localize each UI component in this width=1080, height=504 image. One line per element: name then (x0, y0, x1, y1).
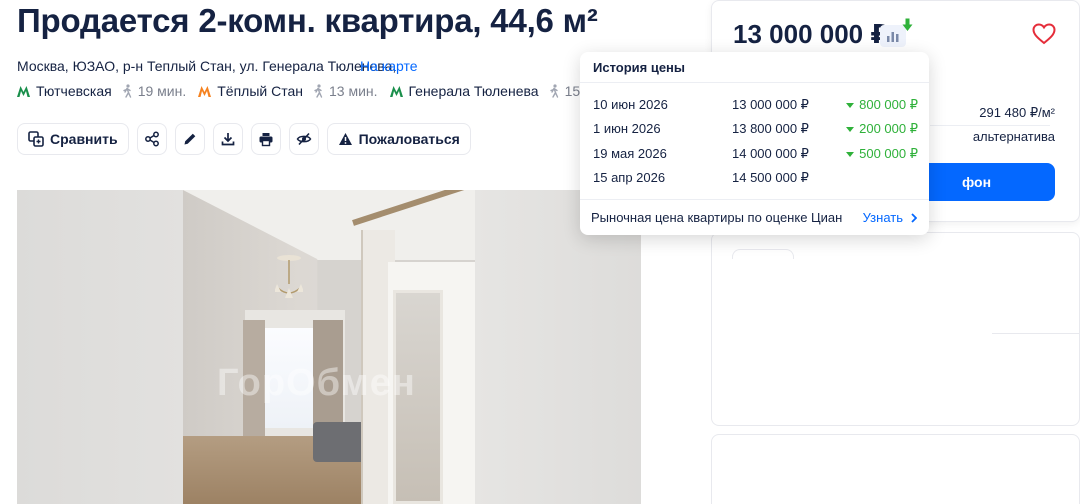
compare-button[interactable]: Сравнить (17, 123, 129, 155)
metro-station[interactable]: Тёплый Стан 13 мин. (198, 83, 378, 99)
hide-button[interactable] (288, 123, 319, 155)
metro-icon (198, 85, 212, 97)
metro-list: Тютчевская 19 мин. Тёплый Стан 13 мин. Г… (17, 82, 625, 100)
price-drop-icon (902, 18, 913, 31)
action-toolbar: Сравнить Пожаловаться (17, 123, 479, 155)
bar-chart-icon (887, 32, 899, 42)
history-change: 500 000 ₽ (846, 146, 918, 162)
favorite-icon[interactable] (1032, 23, 1056, 45)
photo-gallery[interactable]: ГорОбмен (17, 190, 641, 504)
walk-time: 19 мин. (122, 83, 187, 99)
share-icon (144, 131, 159, 147)
history-date: 15 апр 2026 (593, 170, 666, 185)
metro-icon (17, 85, 30, 97)
edit-button[interactable] (174, 123, 205, 155)
decrease-icon (846, 102, 855, 108)
metro-station[interactable]: Тютчевская 19 мин. (17, 83, 186, 99)
edit-icon (184, 133, 195, 145)
walk-time-label: 19 мин. (137, 83, 187, 99)
hide-icon (296, 132, 311, 146)
deal-type: альтернатива (972, 129, 1055, 144)
price-history-row: 19 мая 2026 14 000 000 ₽ 500 000 ₽ (593, 146, 918, 162)
photo-watermark: ГорОбмен (217, 362, 416, 404)
history-change: 200 000 ₽ (846, 121, 918, 137)
photo-blur-right (475, 190, 641, 504)
download-icon (221, 133, 234, 146)
pedestrian-icon (549, 84, 558, 98)
price-per-sqm: 291 480 ₽/м² (979, 105, 1055, 120)
pedestrian-icon (314, 84, 323, 98)
compare-icon (28, 131, 44, 147)
metro-name: Генерала Тюленева (408, 83, 539, 99)
walk-time: 13 мин. (313, 83, 378, 99)
share-button[interactable] (136, 123, 167, 155)
decrease-icon (846, 151, 855, 157)
download-button[interactable] (212, 123, 243, 155)
history-price: 14 500 000 ₽ (732, 170, 809, 185)
info-card (711, 434, 1080, 504)
print-icon (259, 133, 273, 147)
history-date: 1 июн 2026 (593, 121, 661, 136)
map-link[interactable]: На карте (360, 58, 418, 74)
decrease-icon (846, 126, 855, 132)
history-price: 13 000 000 ₽ (732, 97, 809, 112)
complain-button[interactable]: Пожаловаться (326, 123, 471, 155)
address-text: Москва, ЮЗАО, р-н Теплый Стан, ул. Генер… (17, 58, 397, 74)
learn-more-link[interactable]: Узнать (863, 210, 917, 225)
history-change-value: 800 000 ₽ (859, 97, 918, 112)
price-history-row: 1 июн 2026 13 800 000 ₽ 200 000 ₽ (593, 121, 918, 137)
divider (580, 82, 929, 83)
metro-name: Тютчевская (36, 83, 112, 99)
history-price: 14 000 000 ₽ (732, 146, 809, 161)
warning-icon (338, 133, 352, 145)
photo-blur-left (17, 190, 183, 504)
history-date: 19 мая 2026 (593, 146, 667, 161)
pedestrian-icon (123, 84, 131, 98)
print-button[interactable] (250, 123, 281, 155)
popup-title: История цены (593, 60, 686, 75)
page-title: Продается 2-комн. квартира, 44,6 м² (17, 2, 598, 39)
divider (930, 125, 1050, 126)
complain-label: Пожаловаться (358, 131, 460, 147)
price-history-popup: История цены 10 июн 2026 13 000 000 ₽ 80… (580, 52, 929, 235)
walk-time-label: 13 мин. (328, 83, 378, 99)
metro-icon (389, 85, 403, 97)
history-price: 13 800 000 ₽ (732, 121, 809, 136)
compare-label: Сравнить (50, 131, 118, 147)
agent-card (711, 232, 1080, 426)
history-change-value: 500 000 ₽ (859, 146, 918, 161)
price-history-row: 10 июн 2026 13 000 000 ₽ 800 000 ₽ (593, 97, 918, 113)
market-price-text: Рыночная цена квартиры по оценке Циан (591, 210, 843, 225)
history-date: 10 июн 2026 (593, 97, 668, 112)
price-history-row: 15 апр 2026 14 500 000 ₽ (593, 170, 918, 186)
learn-more-label: Узнать (862, 210, 903, 225)
history-change: 800 000 ₽ (846, 97, 918, 113)
apartment-photo[interactable] (183, 190, 475, 504)
divider (580, 199, 929, 200)
chandelier-icon (275, 255, 303, 298)
history-change-value: 200 000 ₽ (859, 121, 918, 136)
metro-name: Тёплый Стан (217, 83, 303, 99)
chevron-right-icon (911, 212, 917, 223)
price-value: 13 000 000 ₽ (733, 19, 889, 49)
